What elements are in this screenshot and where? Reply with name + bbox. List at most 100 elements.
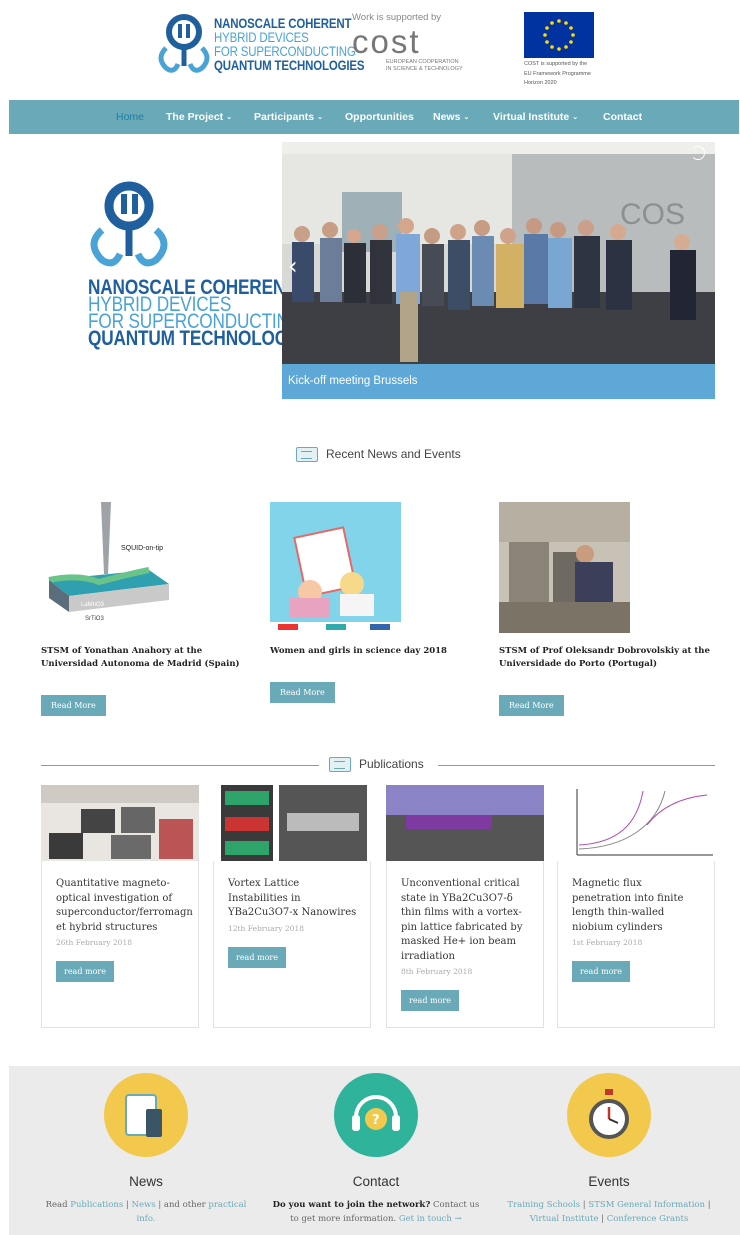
eu-caption-2: EU Framework Programme: [524, 70, 591, 77]
read-more-button[interactable]: read more: [228, 946, 286, 968]
nav-home[interactable]: Home: [116, 100, 144, 134]
read-more-button[interactable]: Read More: [41, 695, 106, 716]
feature-events: Events Training Schools | STSM General I…: [494, 1066, 724, 1226]
svg-text:?: ?: [372, 1113, 380, 1128]
eu-caption-1: COST is supported by the: [524, 61, 588, 67]
news-thumb[interactable]: [499, 502, 630, 633]
publication-image[interactable]: [386, 785, 544, 861]
publications-link[interactable]: Publications: [70, 1200, 123, 1210]
publication-image[interactable]: [213, 785, 371, 861]
eu-support[interactable]: COST is supported by the EU Framework Pr…: [524, 12, 614, 87]
autoplay-icon[interactable]: [691, 146, 705, 160]
news-title[interactable]: Women and girls in science day 2018: [270, 645, 485, 658]
feature-heading: Contact: [352, 1174, 400, 1189]
publication-title[interactable]: Quantitative magneto-optical investigati…: [56, 877, 193, 935]
publication-image[interactable]: [41, 785, 199, 861]
footer-features: News Read Publications | News | and othe…: [9, 1066, 740, 1235]
publication-date: 1st February 2018: [572, 938, 643, 947]
chevron-down-icon: ⌄: [572, 114, 579, 121]
news-thumb[interactable]: [270, 502, 401, 633]
nav-contact[interactable]: Contact: [603, 100, 642, 134]
publication-body: Unconventional critical state in YBa2Cu3…: [386, 861, 544, 1028]
cost-sub-2: IN SCIENCE & TECHNOLOGY: [386, 66, 463, 72]
logo-line-1: NANOSCALE COHERENT: [214, 15, 352, 31]
slide-wall-text: COS: [620, 198, 685, 231]
cost-support[interactable]: Work is supported by cost EUROPEAN COOPE…: [352, 12, 482, 73]
read-more-button[interactable]: Read More: [270, 682, 335, 703]
stopwatch-icon[interactable]: [567, 1073, 651, 1157]
publication-body: Vortex Lattice Instabilities in YBa2Cu3O…: [213, 861, 371, 1028]
nav-the-project[interactable]: The Project ⌄: [166, 100, 232, 134]
read-more-button[interactable]: read more: [56, 961, 114, 982]
site-header: NANOSCALE COHERENT HYBRID DEVICES FOR SU…: [0, 0, 740, 100]
training-schools-link[interactable]: Training Schools: [507, 1200, 580, 1210]
read-more-button[interactable]: Read More: [499, 695, 564, 716]
hero-slider[interactable]: COS ‹ Kick-off meeting Brussels: [282, 142, 715, 399]
eu-flag-icon: [524, 12, 594, 58]
publication-title[interactable]: Magnetic flux penetration into finite le…: [572, 877, 702, 935]
nav-news[interactable]: News ⌄: [433, 100, 469, 134]
publication-card: Magnetic flux penetration into finite le…: [557, 785, 715, 1028]
read-more-button[interactable]: read more: [572, 961, 630, 982]
feature-news: News Read Publications | News | and othe…: [31, 1066, 261, 1226]
divider: [438, 765, 715, 766]
publication-body: Quantitative magneto-optical investigati…: [41, 861, 199, 1028]
nav-opportunities[interactable]: Opportunities: [345, 100, 414, 134]
news-card: SQUID-on-tip LaMnO3 SrTiO3 STSM of Yonat…: [41, 502, 256, 716]
feature-heading: Events: [588, 1174, 630, 1189]
publication-date: 8th February 2018: [401, 967, 473, 976]
hero-logo: NANOSCALE COHERENT HYBRID DEVICES FOR SU…: [84, 180, 315, 370]
publications-heading: Publications: [329, 757, 424, 773]
feature-contact: ? Contact Do you want to join the networ…: [261, 1066, 491, 1226]
virtual-institute-link[interactable]: Virtual Institute: [530, 1214, 599, 1224]
logo-emblem-icon: [158, 14, 210, 73]
feature-text: Do you want to join the network? Contact…: [272, 1200, 480, 1224]
support-caption: Work is supported by: [352, 12, 442, 23]
nav-virtual-institute[interactable]: Virtual Institute ⌄: [493, 100, 578, 134]
logo-emblem-icon: [90, 181, 168, 267]
feature-heading: News: [129, 1174, 163, 1189]
recent-news-heading: Recent News and Events: [296, 447, 461, 463]
publication-date: 12th February 2018: [228, 923, 304, 933]
news-title[interactable]: STSM of Yonathan Anahory at the Universi…: [41, 645, 256, 671]
publication-date: 26th February 2018: [56, 938, 132, 947]
thumb-label-srtio3: SrTiO3: [85, 616, 104, 622]
publication-title[interactable]: Vortex Lattice Instabilities in YBa2Cu3O…: [228, 877, 358, 921]
chevron-down-icon: ⌄: [317, 114, 323, 121]
tablet-icon[interactable]: [104, 1073, 188, 1157]
publication-image[interactable]: [557, 785, 715, 861]
logo-line-4: QUANTUM TECHNOLOGIES: [214, 57, 365, 73]
publication-title[interactable]: Unconventional critical state in YBa2Cu3…: [401, 877, 531, 964]
news-card: Women and girls in science day 2018 Read…: [270, 502, 485, 703]
conference-grants-link[interactable]: Conference Grants: [607, 1214, 689, 1224]
cost-logo: cost: [352, 23, 421, 60]
read-more-button[interactable]: read more: [401, 990, 459, 1011]
divider: [41, 765, 319, 766]
publication-card: Quantitative magneto-optical investigati…: [41, 785, 199, 1028]
chevron-left-icon[interactable]: ‹: [288, 252, 298, 280]
logo-line-3: FOR SUPERCONDUCTING: [214, 43, 356, 59]
feature-text: Read Publications | News | and other pra…: [45, 1200, 247, 1224]
newspaper-icon: [329, 757, 351, 773]
thumb-label-lamno3: LaMnO3: [81, 602, 105, 608]
get-in-touch-link[interactable]: Get in touch →: [399, 1214, 462, 1224]
news-link[interactable]: News: [132, 1200, 156, 1210]
site-logo[interactable]: NANOSCALE COHERENT HYBRID DEVICES FOR SU…: [154, 12, 365, 76]
chevron-down-icon: ⌄: [463, 114, 470, 121]
stsm-info-link[interactable]: STSM General Information: [588, 1200, 705, 1210]
chevron-down-icon: ⌄: [226, 114, 233, 121]
newspaper-icon: [296, 447, 318, 463]
publication-card: Vortex Lattice Instabilities in YBa2Cu3O…: [213, 785, 371, 1028]
main-nav: Home The Project ⌄ Participants ⌄ Opportun…: [9, 100, 739, 134]
news-thumb[interactable]: SQUID-on-tip LaMnO3 SrTiO3: [41, 502, 172, 633]
publication-body: Magnetic flux penetration into finite le…: [557, 861, 715, 1028]
feature-text: Training Schools | STSM General Informat…: [507, 1200, 711, 1224]
news-title[interactable]: STSM of Prof Oleksandr Dobrovolskiy at t…: [499, 645, 714, 671]
thumb-label-squid: SQUID-on-tip: [121, 545, 163, 552]
slide-photo: COS: [282, 142, 715, 399]
headset-icon[interactable]: ?: [334, 1073, 418, 1157]
news-card: STSM of Prof Oleksandr Dobrovolskiy at t…: [499, 502, 714, 716]
nav-participants[interactable]: Participants ⌄: [254, 100, 323, 134]
slide-caption: Kick-off meeting Brussels: [282, 364, 715, 399]
eu-caption-3: Horizon 2020: [524, 80, 557, 86]
